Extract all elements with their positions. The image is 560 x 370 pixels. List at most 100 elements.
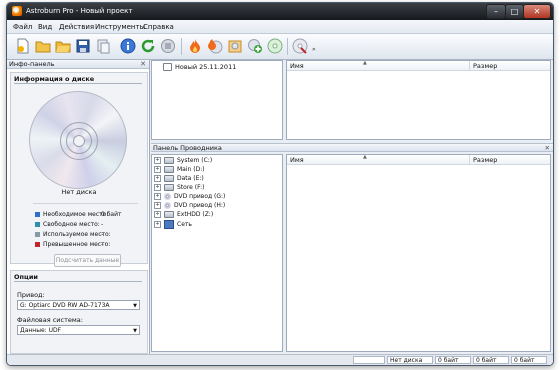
chevron-down-icon[interactable]: ▼	[133, 326, 137, 336]
column-header-size[interactable]: Размер	[470, 155, 550, 165]
drive-label: ExtHDD (Z:)	[177, 211, 214, 218]
legend-value: -	[101, 221, 104, 228]
dvd-icon	[164, 202, 171, 209]
drive-label: System (C:)	[177, 157, 213, 164]
project-file-list[interactable]: ▲ Имя Размер	[286, 60, 551, 140]
drive-label: DVD привод (G:)	[174, 193, 226, 200]
tree-item-drive-g[interactable]: + DVD привод (G:)	[154, 193, 225, 201]
info-panel: Инфо-панель ✕ Информация о диске Нет дис…	[7, 60, 150, 354]
maximize-button[interactable]: □	[505, 4, 524, 19]
expand-icon[interactable]: +	[154, 211, 161, 218]
drive-label: Store (F:)	[177, 184, 205, 191]
save-icon[interactable]	[75, 38, 91, 54]
sort-up-icon: ▲	[363, 60, 367, 66]
toolbar-separator	[181, 38, 182, 55]
tree-item-drive-h[interactable]: + DVD привод (H:)	[154, 202, 225, 210]
explorer-tree[interactable]: + System (C:) + Main (D:) + Data (E:) + Stor…	[151, 154, 283, 352]
network-icon	[164, 220, 174, 229]
copy-disc-icon[interactable]	[95, 38, 111, 54]
expand-icon[interactable]: +	[154, 184, 161, 191]
expand-icon[interactable]: +	[154, 193, 161, 200]
column-header-size[interactable]: Размер	[470, 61, 550, 71]
info-panel-header: Инфо-панель ✕	[7, 60, 149, 69]
column-header-name[interactable]: ▲ Имя	[287, 154, 470, 165]
legend-label: Свободное место:	[43, 221, 100, 228]
calculate-data-button[interactable]: Подсчитать данные	[54, 254, 121, 267]
legend-free: Свободное место: -	[35, 221, 104, 228]
divider	[14, 281, 142, 282]
options-section: Опции Привод: G: Optiarc DVD RW AD-7173A…	[10, 270, 148, 354]
legend-used: Используемое место: -	[35, 231, 111, 238]
sort-up-icon: ▲	[363, 154, 367, 160]
menu-file[interactable]: Файл	[13, 23, 32, 31]
drive-label: Data (E:)	[177, 175, 204, 182]
add-icon[interactable]	[247, 38, 263, 54]
title-bar[interactable]: Astroburn Pro - Новый проект – □ ✕	[7, 3, 553, 20]
drive-select-value: G: Optiarc DVD RW AD-7173A	[20, 302, 110, 309]
hdd-icon	[164, 211, 174, 218]
hdd-icon	[164, 166, 174, 173]
disc-erase-icon[interactable]	[292, 38, 308, 54]
menu-help[interactable]: Справка	[143, 23, 174, 31]
disc-hole	[73, 135, 85, 147]
window-title: Astroburn Pro - Новый проект	[26, 7, 133, 15]
tree-item-network[interactable]: + Сеть	[154, 220, 192, 229]
minimize-button[interactable]: –	[486, 4, 506, 19]
hdd-icon	[164, 157, 174, 164]
column-header-name[interactable]: ▲ Имя	[287, 60, 470, 71]
explorer-file-list[interactable]: ▲ Имя Размер	[286, 154, 551, 352]
filesystem-select[interactable]: Данные: UDF ▼	[17, 325, 140, 335]
open-folder-icon[interactable]	[35, 38, 51, 54]
tree-item-drive-f[interactable]: + Store (F:)	[154, 184, 204, 192]
burn-icon[interactable]	[187, 38, 203, 54]
expand-icon[interactable]: +	[154, 157, 161, 164]
stop-icon[interactable]	[160, 38, 176, 54]
disc-icon[interactable]	[267, 38, 283, 54]
legend-value: -	[101, 231, 104, 238]
tree-item-drive-c[interactable]: + System (C:)	[154, 157, 212, 165]
burn-image-icon[interactable]	[207, 38, 223, 54]
expand-icon[interactable]: +	[154, 221, 161, 228]
legend-label: Необходимое место:	[43, 211, 109, 218]
menu-tools[interactable]: Инструменты	[95, 23, 145, 31]
file-icon	[163, 63, 172, 71]
refresh-icon[interactable]	[140, 38, 156, 54]
menu-bar: Файл Вид Действия Инструменты Справка	[7, 20, 553, 34]
drive-label: Main (D:)	[177, 166, 205, 173]
disc-info-title: Информация о диске	[14, 75, 95, 83]
legend-value: 0 байт	[101, 211, 122, 218]
menu-actions[interactable]: Действия	[59, 23, 94, 31]
open-file-icon[interactable]	[55, 38, 71, 54]
edit-image-icon[interactable]	[227, 38, 243, 54]
new-project-icon[interactable]	[15, 38, 31, 54]
expand-icon[interactable]: +	[154, 202, 161, 209]
close-icon[interactable]: ✕	[545, 144, 550, 153]
dvd-icon	[164, 193, 171, 200]
chevron-down-icon[interactable]: ▼	[133, 301, 137, 311]
menu-view[interactable]: Вид	[38, 23, 52, 31]
project-tree[interactable]: Новый 25.11.2011	[151, 60, 283, 140]
project-root-item[interactable]: Новый 25.11.2011	[163, 63, 236, 71]
hdd-icon	[164, 175, 174, 182]
disc-status: Нет диска	[61, 188, 97, 196]
toolbar-overflow-button[interactable]: »	[312, 46, 316, 56]
tree-item-drive-e[interactable]: + Data (E:)	[154, 175, 204, 183]
status-bar: Нет диска 0 байт 0 байт 0 байт	[7, 354, 553, 365]
close-button[interactable]: ✕	[523, 4, 551, 19]
expand-icon[interactable]: +	[154, 175, 161, 182]
app-window: Astroburn Pro - Новый проект – □ ✕ Файл …	[6, 2, 554, 366]
drive-label: Привод:	[17, 291, 45, 299]
column-header-size-label: Размер	[473, 62, 498, 70]
drive-select[interactable]: G: Optiarc DVD RW AD-7173A ▼	[17, 300, 140, 310]
info-panel-title: Инфо-панель	[9, 60, 55, 68]
legend-value: -	[101, 241, 104, 248]
hdd-icon	[164, 184, 174, 191]
toolbar-separator	[287, 38, 288, 55]
expand-icon[interactable]: +	[154, 166, 161, 173]
drive-label: Сеть	[177, 221, 192, 228]
tree-item-drive-d[interactable]: + Main (D:)	[154, 166, 205, 174]
tree-item-drive-z[interactable]: + ExtHDD (Z:)	[154, 211, 213, 219]
close-icon[interactable]: ✕	[140, 60, 146, 69]
project-area: Новый 25.11.2011 ▲ Имя Размер	[151, 60, 553, 140]
info-icon[interactable]	[120, 38, 136, 54]
